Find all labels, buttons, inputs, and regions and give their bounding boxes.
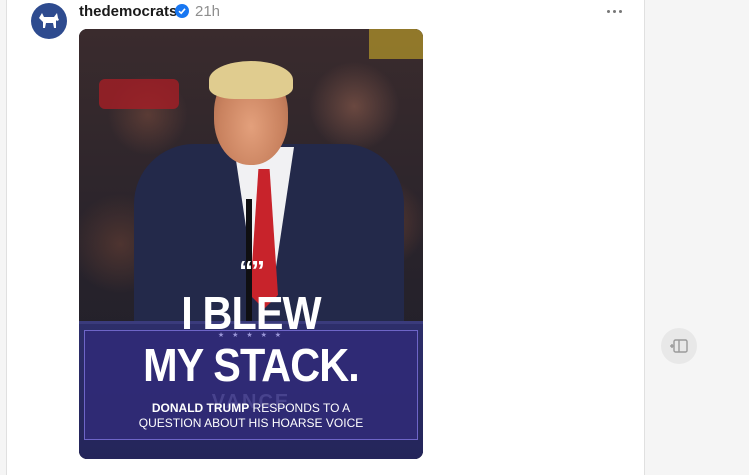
more-options-button[interactable] (602, 2, 626, 20)
crowd-banner (369, 29, 423, 59)
more-dot (618, 9, 622, 13)
headline-line1: I BLEW (181, 287, 321, 339)
page: thedemocrats 21h ★ ★ ★ ★ ★ VANCE “” I BL… (0, 0, 749, 475)
right-panel (645, 0, 749, 475)
avatar[interactable] (31, 3, 67, 39)
post-timestamp[interactable]: 21h (195, 3, 220, 20)
verified-badge-icon (175, 4, 189, 18)
quote-glyph: “” (239, 255, 265, 286)
sidebar-expand-button[interactable] (661, 328, 697, 364)
username[interactable]: thedemocrats (79, 3, 177, 20)
more-horizontal-icon (606, 9, 610, 13)
caption-bold: DONALD TRUMP (151, 401, 250, 415)
caption-line1: DONALD TRUMP RESPONDS TO A (79, 401, 423, 416)
headline-line2: MY STACK. (143, 339, 360, 391)
crowd-banner (99, 79, 179, 109)
post-media[interactable]: ★ ★ ★ ★ ★ VANCE “” I BLEW MY STACK. DONA… (79, 29, 423, 459)
caption-rest: RESPONDS TO A (249, 401, 351, 415)
sidebar-expand-icon (670, 339, 688, 353)
caption-line2: QUESTION ABOUT HIS HOARSE VOICE (138, 416, 364, 430)
more-dot (612, 9, 616, 13)
donkey-logo-icon (39, 13, 59, 28)
post-header: thedemocrats 21h (7, 0, 644, 39)
feed-column: thedemocrats 21h ★ ★ ★ ★ ★ VANCE “” I BL… (6, 0, 645, 475)
speaker-hair (209, 61, 293, 99)
